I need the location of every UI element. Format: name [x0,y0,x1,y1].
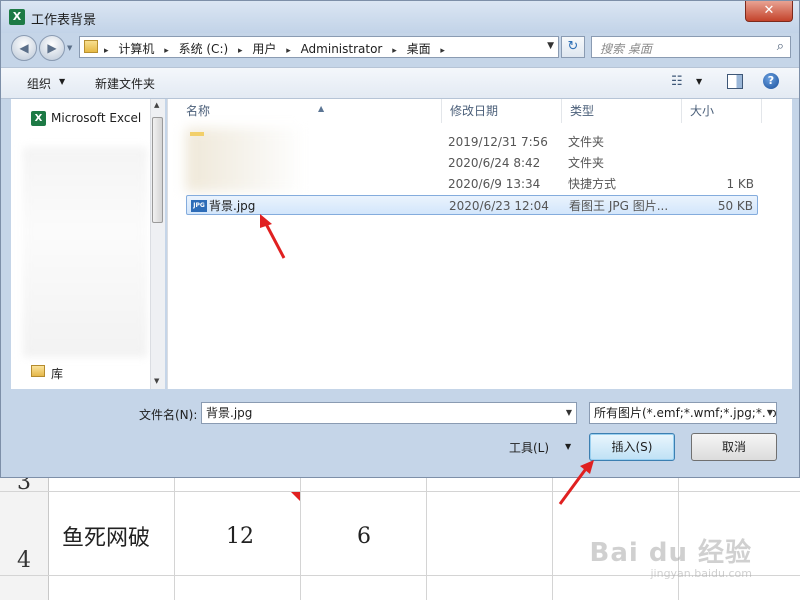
nav-item-microsoft-excel[interactable]: Microsoft Excel [51,111,141,125]
folder-icon [190,132,204,136]
library-icon [31,365,45,377]
scroll-thumb[interactable] [152,117,163,223]
filename-field[interactable]: 背景.jpg ▼ [201,402,577,424]
file-row[interactable]: 2020/6/9 13:34 快捷方式 1 KB [186,174,758,194]
search-placeholder: 搜索 桌面 [600,42,652,56]
annotation-arrow-file [260,214,286,259]
breadcrumb: ▸ 计算机 ▸ 系统 (C:) ▸ 用户 ▸ Administrator ▸ 桌… [104,42,445,56]
column-header-size[interactable]: 大小 [682,99,762,123]
column-header-name[interactable]: 名称 ▲ [178,99,442,123]
folder-icon [84,40,98,53]
file-name: 背景.jpg [209,199,256,213]
column-header-date[interactable]: 修改日期 [442,99,562,123]
organize-menu[interactable]: 组织 [27,75,51,92]
watermark-logo: Bai du 经验 [589,538,752,568]
chevron-down-icon[interactable]: ▼ [566,403,572,423]
recent-locations-dropdown[interactable]: ▼ [67,44,72,52]
close-button[interactable]: ✕ [745,1,793,22]
sheet-background-dialog: X 工作表背景 ✕ ◀ ▶ ▼ ▸ 计算机 ▸ 系统 (C:) ▸ 用户 ▸ A… [0,0,800,478]
file-row[interactable]: 2019/12/31 7:56 文件夹 [186,128,758,192]
scroll-down-icon[interactable]: ▼ [154,377,159,385]
file-type-select[interactable]: 所有图片(*.emf;*.wmf;*.jpg;*.jp ▼ [589,402,777,424]
cell-number[interactable]: 6 [357,524,371,549]
row-header [0,478,49,600]
filename-label: 文件名(N): [139,408,198,422]
cancel-button[interactable]: 取消 [691,433,777,461]
search-input[interactable]: 搜索 桌面 ⌕ [591,36,791,58]
tools-menu[interactable]: 工具(L) [509,439,549,456]
refresh-button[interactable]: ↻ [561,36,585,58]
back-button[interactable]: ◀ [11,35,37,61]
address-bar[interactable]: ▸ 计算机 ▸ 系统 (C:) ▸ 用户 ▸ Administrator ▸ 桌… [79,36,559,58]
address-dropdown[interactable]: ▼ [547,41,554,51]
cell-text[interactable]: 鱼死网破 [62,520,150,552]
excel-icon: X [31,111,46,126]
command-bar: 组织 ▼ 新建文件夹 ☷ ▼ ? [1,67,799,99]
annotation-arrow-insert [558,460,594,505]
cell-number[interactable]: 12 [226,524,254,549]
breadcrumb-computer[interactable]: 计算机 [118,42,154,56]
spreadsheet-background: 3 4 鱼死网破 12 6 Bai du 经验 jingyan.baidu.co… [0,470,800,600]
comment-indicator [291,492,300,501]
chevron-down-icon: ▼ [59,77,66,86]
file-row[interactable]: 2020/6/24 8:42 文件夹 [186,153,758,173]
title-bar[interactable]: X 工作表背景 ✕ [1,1,799,33]
row-number-4: 4 [17,548,31,573]
dialog-title: 工作表背景 [31,13,97,28]
chevron-down-icon[interactable]: ▼ [764,403,773,423]
blurred-nav-items [23,147,147,357]
breadcrumb-users[interactable]: 用户 [252,42,276,56]
excel-app-icon: X [9,9,25,25]
new-folder-button[interactable]: 新建文件夹 [95,75,155,92]
view-options-icon[interactable]: ☷ [671,74,683,89]
jpg-file-icon: JPG [191,200,207,212]
watermark: Bai du 经验 jingyan.baidu.com [590,532,753,580]
breadcrumb-desktop[interactable]: 桌面 [407,42,431,56]
help-icon[interactable]: ? [763,73,779,89]
breadcrumb-system-c[interactable]: 系统 (C:) [179,42,229,56]
address-row: ◀ ▶ ▼ ▸ 计算机 ▸ 系统 (C:) ▸ 用户 ▸ Administrat… [1,33,799,63]
scroll-up-icon[interactable]: ▲ [154,101,159,109]
forward-button[interactable]: ▶ [39,35,65,61]
navigation-pane: X Microsoft Excel 库 ▲ ▼ [11,99,165,389]
column-header-type[interactable]: 类型 [562,99,682,123]
chevron-down-icon[interactable]: ▼ [696,77,702,86]
breadcrumb-administrator[interactable]: Administrator [301,42,383,56]
preview-pane-icon[interactable] [727,74,743,89]
sort-up-icon: ▲ [318,104,325,113]
chevron-down-icon[interactable]: ▼ [565,442,571,451]
search-icon[interactable]: ⌕ [777,39,784,54]
nav-item-library[interactable]: 库 [51,365,63,382]
nav-scrollbar[interactable]: ▲ ▼ [150,99,165,389]
